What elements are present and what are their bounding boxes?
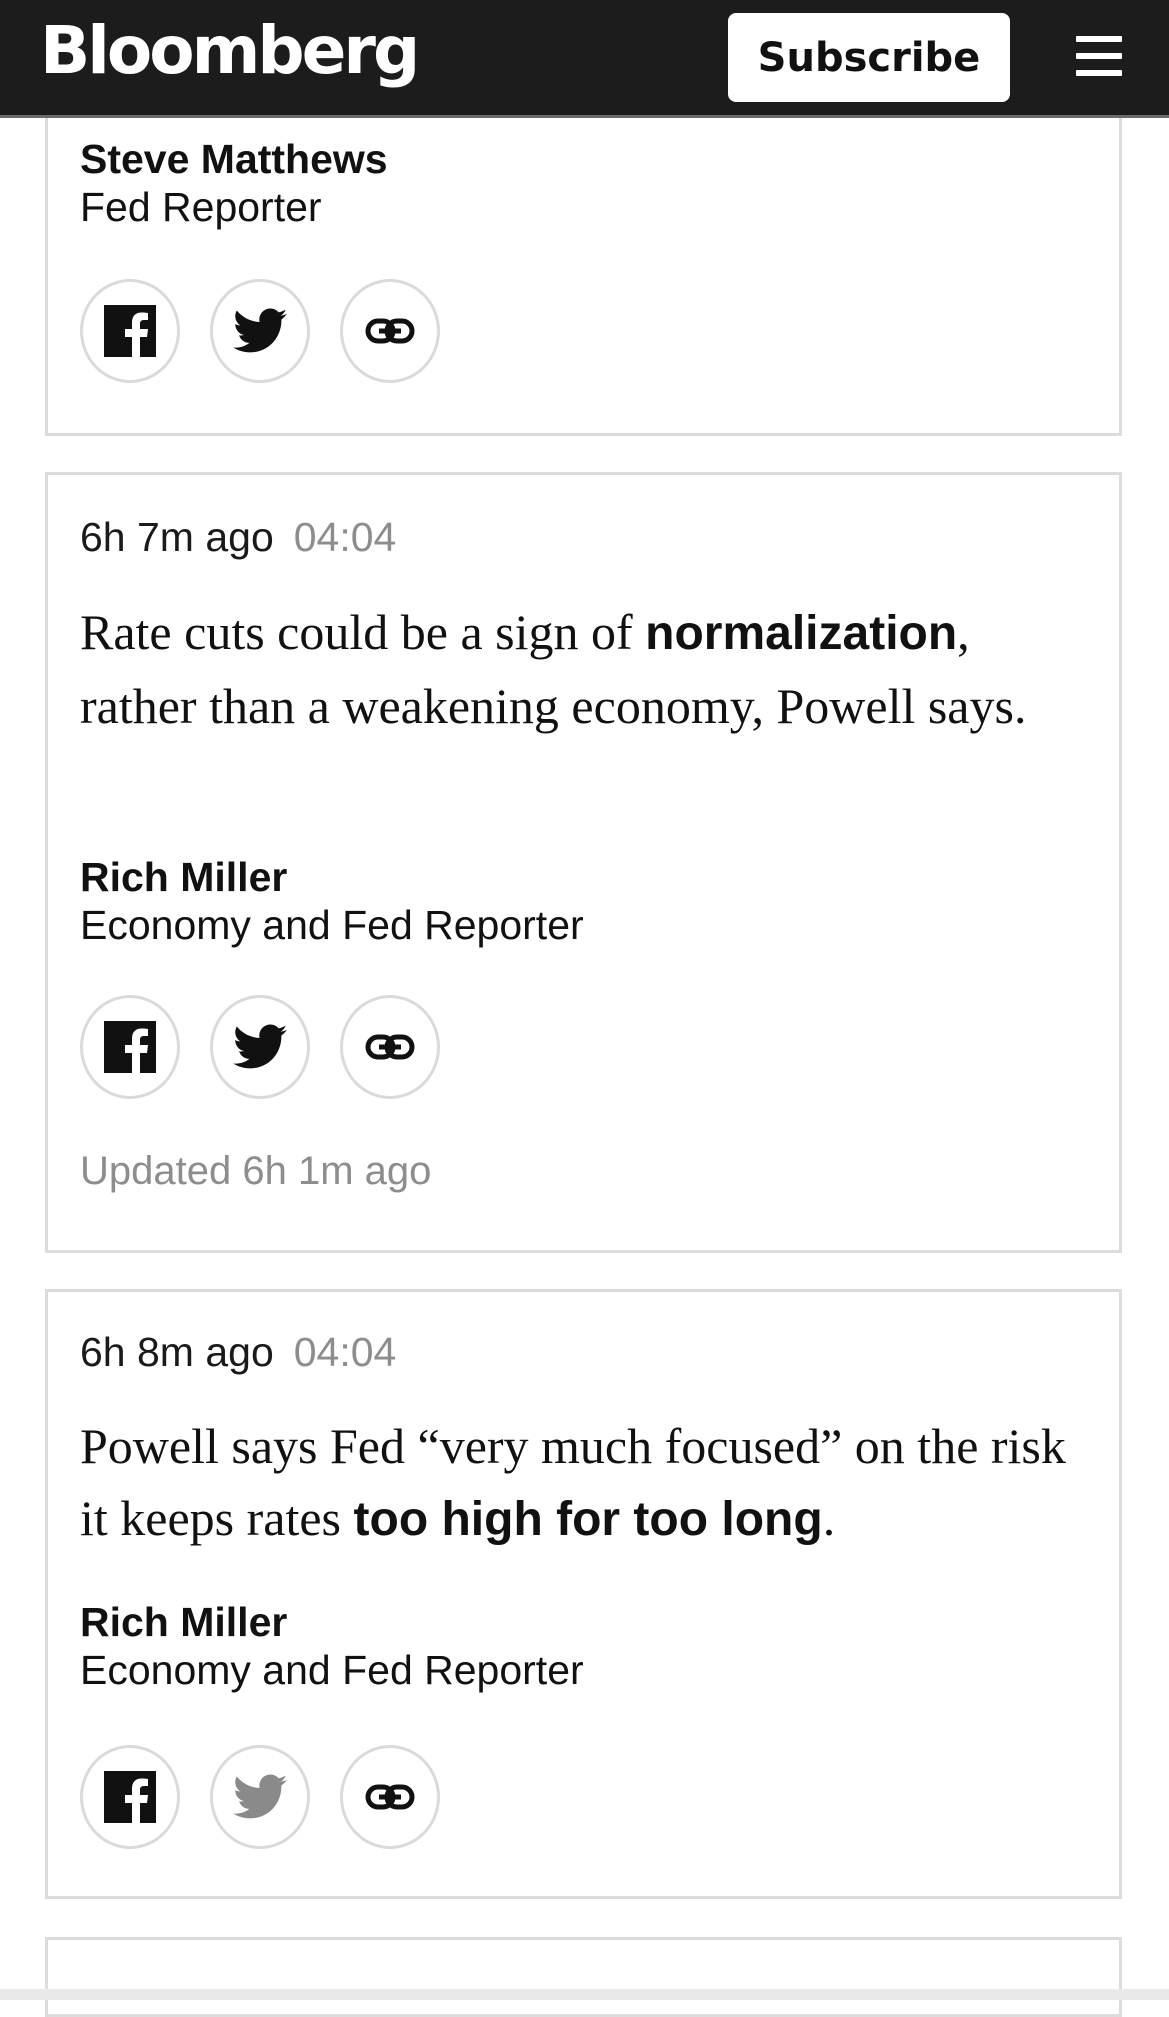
scroll-edge	[0, 1989, 1169, 2000]
author-name[interactable]: Rich Miller	[80, 1598, 1087, 1646]
subscribe-button[interactable]: Subscribe	[728, 13, 1010, 102]
copy-link-button[interactable]	[340, 279, 440, 383]
headline-text: .	[822, 1490, 836, 1546]
author-role: Economy and Fed Reporter	[80, 1647, 584, 1693]
twitter-icon	[233, 308, 287, 353]
author-name[interactable]: Steve Matthews	[80, 135, 1087, 183]
facebook-share-button[interactable]	[80, 279, 180, 383]
post-time-ago: 6h 7m ago	[80, 514, 274, 560]
headline-bold-text: too high for too long	[353, 1493, 823, 1546]
link-icon	[365, 318, 415, 344]
facebook-icon	[104, 305, 156, 357]
post-headline: Rate cuts could be a sign of normalizati…	[80, 596, 1087, 742]
link-icon	[365, 1784, 415, 1810]
twitter-icon	[233, 1774, 287, 1819]
post-meta: 6h 8m ago 04:04	[80, 1328, 1087, 1376]
hamburger-menu-icon[interactable]	[1076, 36, 1122, 76]
share-buttons	[80, 995, 440, 1101]
author-role: Fed Reporter	[80, 184, 322, 230]
twitter-icon	[233, 1024, 287, 1069]
author-name[interactable]: Rich Miller	[80, 853, 1087, 901]
share-buttons	[80, 1745, 440, 1851]
copy-link-button[interactable]	[340, 995, 440, 1099]
post-time-ago: 6h 8m ago	[80, 1329, 274, 1375]
live-update-card	[45, 1937, 1122, 2017]
author-role: Economy and Fed Reporter	[80, 902, 584, 948]
facebook-share-button[interactable]	[80, 995, 180, 1099]
facebook-icon	[104, 1021, 156, 1073]
link-icon	[365, 1034, 415, 1060]
headline-bold-text: normalization	[645, 607, 958, 660]
facebook-icon	[104, 1771, 156, 1823]
facebook-share-button[interactable]	[80, 1745, 180, 1849]
twitter-share-button[interactable]	[210, 995, 310, 1099]
post-headline: Powell says Fed “very much focused” on t…	[80, 1410, 1087, 1556]
post-clock-time: 04:04	[293, 1329, 397, 1375]
updated-timestamp: Updated 6h 1m ago	[80, 1149, 432, 1193]
bloomberg-logo[interactable]: Bloomberg	[40, 6, 420, 96]
top-nav-bar: Bloomberg Subscribe	[0, 0, 1169, 118]
share-buttons	[80, 279, 440, 385]
copy-link-button[interactable]	[340, 1745, 440, 1849]
live-update-card: 6h 7m ago 04:04 Rate cuts could be a sign…	[45, 472, 1122, 1253]
headline-text: Rate cuts could be a sign of	[80, 604, 646, 660]
post-clock-time: 04:04	[293, 514, 397, 560]
post-meta: 6h 7m ago 04:04	[80, 513, 1087, 561]
twitter-share-button[interactable]	[210, 279, 310, 383]
twitter-share-button[interactable]	[210, 1745, 310, 1849]
live-update-card: 6h 8m ago 04:04 Powell says Fed “very muc…	[45, 1289, 1122, 1899]
